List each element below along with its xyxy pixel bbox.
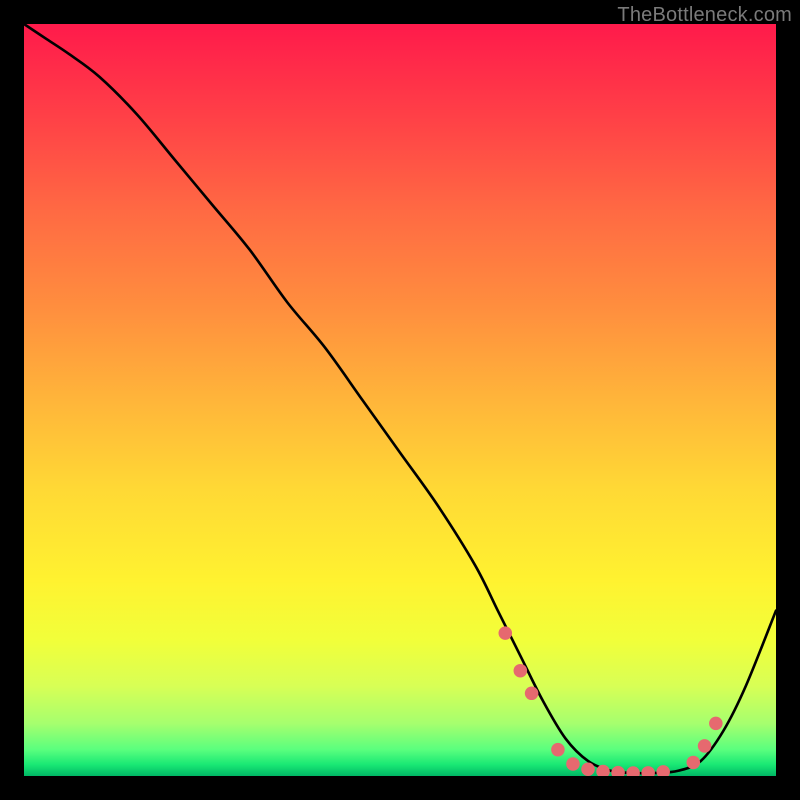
marker-dot — [698, 739, 712, 753]
curve-path — [24, 24, 776, 773]
marker-dot — [656, 765, 670, 776]
watermark-text: TheBottleneck.com — [617, 4, 792, 27]
marker-dot — [566, 757, 580, 771]
chart-container: TheBottleneck.com — [0, 0, 800, 800]
plot-area — [24, 24, 776, 776]
marker-dot — [626, 766, 640, 776]
marker-dot — [499, 626, 513, 640]
marker-dot — [525, 687, 539, 701]
marker-dot — [709, 717, 723, 731]
marker-dot — [641, 766, 655, 776]
marker-dot — [514, 664, 528, 678]
marker-dot — [611, 766, 625, 776]
marker-group — [499, 626, 723, 776]
marker-dot — [581, 762, 595, 776]
curve-layer — [24, 24, 776, 776]
marker-dot — [687, 756, 701, 770]
marker-dot — [551, 743, 565, 757]
